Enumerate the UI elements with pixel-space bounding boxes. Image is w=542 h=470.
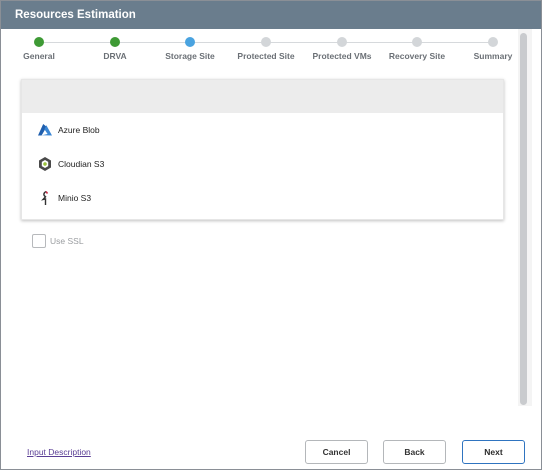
cancel-button[interactable]: Cancel	[305, 440, 368, 464]
list-item-label: Azure Blob	[58, 125, 100, 135]
list-item-label: Minio S3	[58, 193, 92, 203]
cloudian-icon	[37, 156, 53, 172]
storage-type-list: Azure Blob Cloudian S3 Minio S3	[21, 79, 504, 220]
scrollbar-thumb[interactable]	[520, 33, 527, 405]
list-item-azure-blob[interactable]: Azure Blob	[22, 113, 503, 147]
resources-estimation-dialog: Resources Estimation General DRVA Storag…	[0, 0, 542, 470]
step-pending-dot	[488, 37, 498, 47]
next-button[interactable]: Next	[462, 440, 525, 464]
list-item-minio-s3[interactable]: Minio S3	[22, 181, 503, 215]
minio-icon	[37, 190, 53, 206]
use-ssl-checkbox[interactable]: Use SSL	[32, 234, 84, 248]
step-current-dot	[185, 37, 195, 47]
step-done-dot	[34, 37, 44, 47]
wizard-stepper: General DRVA Storage Site Protected Site…	[1, 29, 521, 69]
step-done-dot	[110, 37, 120, 47]
azure-icon	[37, 122, 53, 138]
list-item-label: Cloudian S3	[58, 159, 105, 169]
list-item-cloudian-s3[interactable]: Cloudian S3	[22, 147, 503, 181]
step-pending-dot	[261, 37, 271, 47]
back-button[interactable]: Back	[383, 440, 446, 464]
step-pending-dot	[412, 37, 422, 47]
step-pending-dot	[337, 37, 347, 47]
dialog-title: Resources Estimation	[1, 1, 541, 29]
use-ssl-label: Use SSL	[50, 236, 84, 246]
input-description-link[interactable]: Input Description	[27, 447, 91, 457]
checkbox-box[interactable]	[32, 234, 46, 248]
list-header	[22, 80, 503, 113]
